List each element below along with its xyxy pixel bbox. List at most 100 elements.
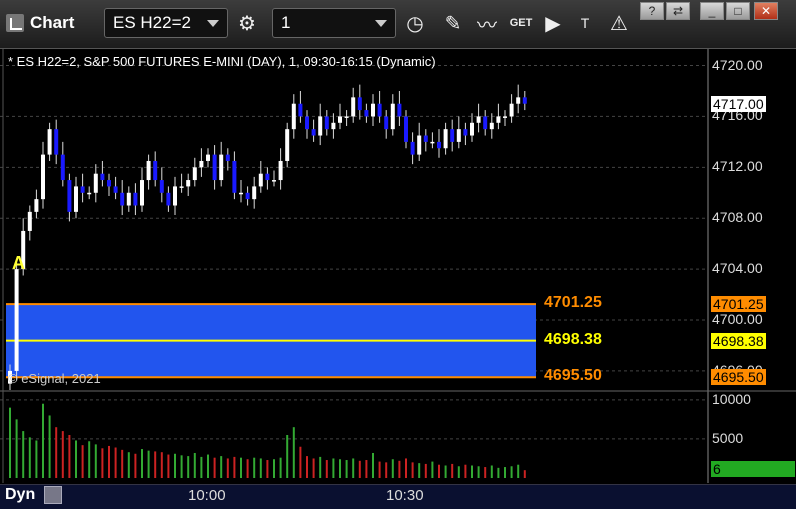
study-line-icon: 〰 (477, 14, 497, 37)
gear-icon: ⚙ (238, 12, 256, 35)
studies-button[interactable]: 〰 (472, 8, 502, 38)
candle-body (404, 116, 408, 142)
candle-body (100, 173, 105, 181)
alert-icon: ⚠ (610, 12, 628, 35)
candle-body (470, 122, 474, 136)
candle-body (80, 186, 85, 193)
candle-body (140, 180, 144, 206)
candle-body (397, 103, 402, 117)
candle-body (522, 97, 527, 104)
price-tick-label: 4712.00 (712, 158, 763, 175)
interval-value: 1 (281, 13, 291, 32)
play-button[interactable]: ▶ (538, 8, 568, 38)
candle-body (67, 180, 72, 212)
link-window-button[interactable]: ⇄ (666, 2, 690, 20)
lock-icon[interactable] (44, 486, 62, 504)
candle-body (120, 192, 125, 206)
candle-body (199, 160, 204, 168)
candle-body (430, 141, 435, 144)
candle-body (390, 103, 395, 130)
level-price-tag: 4695.50 (711, 369, 766, 386)
close-window-button[interactable]: ✕ (754, 2, 778, 20)
level-label: 4701.25 (544, 294, 602, 312)
candle-body (437, 141, 441, 149)
candle-body (107, 180, 111, 187)
level-label: 4695.50 (544, 367, 602, 385)
level-price-tag: 4701.25 (711, 296, 766, 313)
candle-body (489, 122, 494, 130)
candle-body (463, 129, 468, 136)
text-icon: T (580, 15, 590, 31)
maximize-button[interactable]: □ (726, 2, 750, 20)
candle-body (331, 122, 336, 130)
candle-body (364, 110, 369, 117)
minimize-button[interactable]: _ (700, 2, 724, 20)
candle-body (47, 129, 52, 155)
candle-body (186, 180, 191, 187)
candle-body (60, 154, 65, 181)
candle-body (410, 141, 415, 155)
candle-body (496, 116, 501, 123)
time-tick-label: 10:00 (188, 487, 226, 504)
candle-body (219, 154, 224, 181)
esignal-watermark: © eSignal, 2021 (8, 371, 101, 386)
candle-body (179, 186, 184, 188)
chart-app-icon (6, 14, 24, 32)
candle-body (351, 97, 356, 117)
candle-body (93, 173, 98, 193)
current-price-tag: 4717.00 (711, 95, 766, 112)
interval-dropdown[interactable]: 1 (272, 8, 396, 38)
alert-button[interactable]: ⚠ (604, 8, 634, 38)
candle-body (206, 154, 210, 161)
settings-gear-button[interactable]: ⚙ (232, 8, 262, 38)
candle-body (232, 160, 237, 193)
text-tool-button[interactable]: T (570, 8, 600, 38)
candle-body (225, 154, 230, 161)
level-price-tag: 4698.38 (711, 332, 766, 349)
candle-body (423, 135, 428, 142)
symbol-value: ES H22=2 (113, 13, 191, 32)
volume-tick-label: 10000 (712, 390, 751, 407)
candle-body (311, 129, 316, 136)
time-button[interactable]: ◷ (400, 8, 430, 38)
candle-body (384, 116, 389, 130)
candle-body (318, 116, 323, 136)
candle-body (344, 116, 349, 118)
get-icon: GET (509, 17, 533, 29)
dynamic-mode-toggle[interactable]: Dyn (5, 486, 35, 504)
help-button[interactable]: ? (640, 2, 664, 20)
candle-body (87, 192, 92, 195)
candle-body (377, 103, 382, 117)
candle-body (159, 180, 164, 193)
candle-body (305, 116, 309, 130)
price-tick-label: 4720.00 (712, 56, 763, 73)
candle-body (113, 186, 118, 193)
candle-body (258, 173, 263, 187)
candle-body (483, 116, 488, 130)
candle-body (153, 160, 158, 181)
candle-body (41, 154, 45, 200)
candle-body (291, 103, 296, 130)
price-chart[interactable] (0, 49, 796, 484)
candle-body (239, 192, 243, 195)
candle-body (338, 116, 342, 123)
symbol-dropdown[interactable]: ES H22=2 (104, 8, 228, 38)
candle-body (443, 129, 448, 149)
pencil-icon: ✎ (444, 12, 462, 35)
candle-body (285, 129, 290, 161)
candle-body (272, 180, 276, 182)
draw-tool-button[interactable]: ✎ (438, 8, 468, 38)
chevron-down-icon (207, 20, 219, 27)
candle-body (509, 103, 514, 117)
candle-body (27, 211, 32, 231)
candle-body (265, 173, 270, 181)
candle-body (166, 192, 171, 206)
price-tick-label: 4700.00 (712, 311, 763, 328)
candle-body (14, 269, 19, 371)
candle-body (324, 116, 329, 130)
candle-body (173, 186, 177, 206)
level-label: 4698.38 (544, 330, 602, 348)
candle-body (298, 103, 303, 117)
level-band (6, 303, 536, 379)
get-button[interactable]: GET (506, 8, 536, 38)
